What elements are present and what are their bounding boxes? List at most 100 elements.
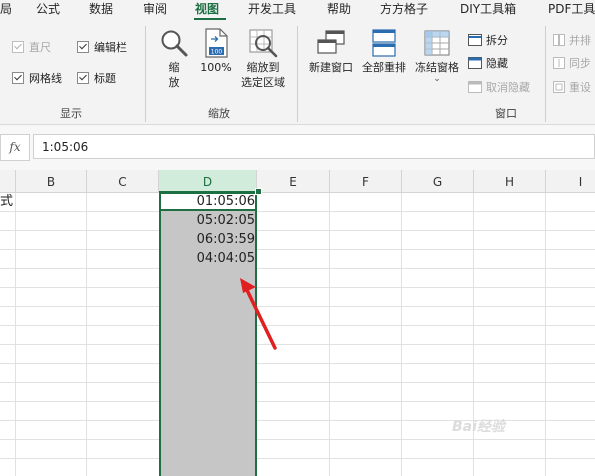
- cell-a1-partial: 式: [0, 194, 14, 209]
- checkbox-icon: [77, 72, 89, 84]
- cell-d2[interactable]: 05:02:05: [197, 211, 255, 230]
- svg-text:100: 100: [211, 49, 223, 56]
- split-label: 拆分: [486, 34, 508, 47]
- tab-review[interactable]: 审阅: [143, 1, 167, 18]
- formula-input[interactable]: 1:05:06: [33, 134, 595, 159]
- column-header-c[interactable]: C: [87, 170, 159, 192]
- column-header-a[interactable]: [0, 170, 16, 192]
- headings-checkbox[interactable]: 标题: [77, 70, 116, 86]
- zoom-100-icon: 100: [205, 28, 228, 58]
- row-line: [0, 363, 595, 364]
- new-window-button[interactable]: 新建窗口: [305, 28, 357, 75]
- zoom-100-label: 100%: [200, 61, 232, 74]
- ruler-label: 直尺: [29, 41, 51, 54]
- reset-position-button[interactable]: 重设: [553, 79, 591, 95]
- tab-layout[interactable]: 局: [0, 1, 12, 18]
- side-by-side-label: 并排: [569, 34, 591, 47]
- column-header-e[interactable]: E: [257, 170, 330, 192]
- menu-bar: 局 公式 数据 审阅 视图 开发工具 帮助 方方格子 DIY工具箱 PDF工具: [0, 0, 595, 20]
- formula-bar-label: 编辑栏: [94, 41, 127, 54]
- unhide-label: 取消隐藏: [486, 81, 530, 94]
- unhide-window-icon: [468, 81, 482, 93]
- row-line: [0, 287, 595, 288]
- zoom-100-button[interactable]: 100 100%: [198, 28, 234, 75]
- ribbon: 直尺 编辑栏 网格线 标题 显示 缩 放 100 100% 缩放到 选定区域 缩…: [0, 20, 595, 125]
- grid-line: [15, 193, 16, 476]
- sync-scroll-label: 同步: [569, 57, 591, 70]
- gridlines-checkbox[interactable]: 网格线: [12, 70, 62, 86]
- show-group-label: 显示: [60, 107, 82, 120]
- row-line: [0, 420, 595, 421]
- grid-line: [545, 193, 546, 476]
- watermark-logo: Bai经验: [452, 419, 505, 435]
- grid-line: [86, 193, 87, 476]
- sync-scroll-icon: [553, 57, 565, 69]
- checkbox-icon: [77, 41, 89, 53]
- side-by-side-button[interactable]: 并排: [553, 32, 591, 48]
- arrange-all-button[interactable]: 全部重排: [358, 28, 410, 75]
- row-line: [0, 230, 595, 231]
- group-separator: [545, 26, 546, 122]
- unhide-button[interactable]: 取消隐藏: [468, 79, 530, 95]
- column-header-i[interactable]: I: [546, 170, 595, 192]
- gridlines-label: 网格线: [29, 72, 62, 85]
- group-separator: [145, 26, 146, 122]
- formula-bar-checkbox[interactable]: 编辑栏: [77, 39, 127, 55]
- new-window-icon: [317, 30, 345, 54]
- column-header-b[interactable]: B: [16, 170, 87, 192]
- row-line: [0, 268, 595, 269]
- fill-handle[interactable]: [255, 188, 262, 195]
- tab-diy-toolbox[interactable]: DIY工具箱: [460, 1, 516, 18]
- cell-d4[interactable]: 04:04:05: [197, 249, 255, 268]
- hide-button[interactable]: 隐藏: [468, 55, 508, 71]
- side-by-side-icon: [553, 34, 565, 46]
- tab-help[interactable]: 帮助: [327, 1, 351, 18]
- tab-pdf-tools[interactable]: PDF工具: [548, 1, 595, 18]
- reset-position-icon: [553, 81, 565, 93]
- split-icon: [468, 34, 482, 46]
- arrange-all-icon: [372, 29, 396, 57]
- arrange-all-label: 全部重排: [362, 61, 406, 74]
- tab-ffgz[interactable]: 方方格子: [380, 1, 428, 18]
- column-header-d[interactable]: D: [159, 170, 257, 193]
- checkbox-icon: [12, 72, 24, 84]
- insert-function-button[interactable]: fx: [0, 134, 30, 161]
- headings-label: 标题: [94, 72, 116, 85]
- row-line: [0, 382, 595, 383]
- split-button[interactable]: 拆分: [468, 32, 508, 48]
- row-line: [0, 439, 595, 440]
- tab-developer[interactable]: 开发工具: [248, 1, 296, 18]
- zoom-to-selection-icon: [249, 29, 278, 58]
- zoom-group-label: 缩放: [208, 107, 230, 120]
- column-header-f[interactable]: F: [330, 170, 402, 192]
- column-header-g[interactable]: G: [402, 170, 474, 192]
- row-line: [0, 344, 595, 345]
- grid-line: [401, 193, 402, 476]
- red-arrow-icon: [240, 278, 277, 350]
- tab-data[interactable]: 数据: [89, 1, 113, 18]
- zoom-button[interactable]: 缩 放: [155, 28, 193, 90]
- ruler-checkbox[interactable]: 直尺: [12, 39, 51, 55]
- worksheet-grid[interactable]: B C D E F G H I 式 01:05:06 05:02:05 06:0…: [0, 170, 595, 476]
- hide-window-icon: [468, 57, 482, 69]
- freeze-panes-icon: [424, 30, 450, 56]
- row-line: [0, 401, 595, 402]
- row-line: [0, 306, 595, 307]
- row-line: [0, 249, 595, 250]
- column-headers: B C D E F G H I: [0, 170, 595, 193]
- grid-line: [329, 193, 330, 476]
- tab-view[interactable]: 视图: [195, 1, 219, 18]
- freeze-panes-button[interactable]: 冻结窗格 ⌄: [411, 28, 463, 84]
- tab-formulas[interactable]: 公式: [36, 1, 60, 18]
- column-header-h[interactable]: H: [474, 170, 546, 192]
- chevron-down-icon: ⌄: [433, 74, 441, 84]
- checkbox-icon: [12, 41, 24, 53]
- sync-scroll-button[interactable]: 同步: [553, 55, 591, 71]
- cell-d1[interactable]: 01:05:06: [197, 192, 255, 211]
- row-line: [0, 458, 595, 459]
- window-group-label: 窗口: [495, 107, 517, 120]
- cell-d3[interactable]: 06:03:59: [197, 230, 255, 249]
- formula-bar: fx 1:05:06: [0, 125, 595, 170]
- zoom-to-selection-button[interactable]: 缩放到 选定区域: [237, 28, 289, 90]
- magnifier-icon: [161, 30, 188, 57]
